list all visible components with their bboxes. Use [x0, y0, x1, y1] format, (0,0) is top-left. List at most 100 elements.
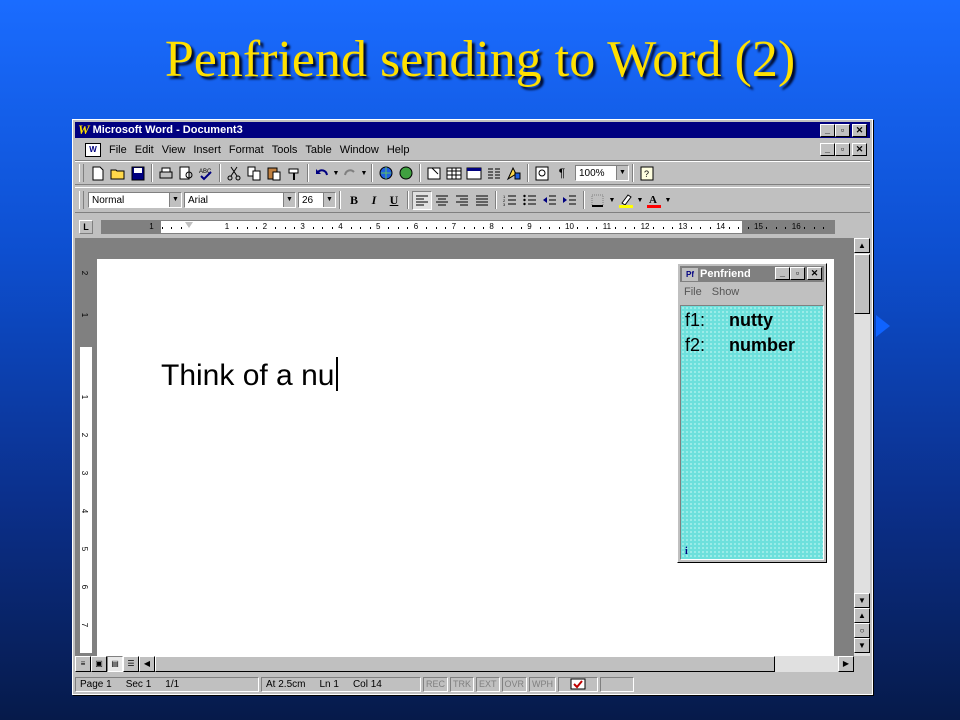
document-text[interactable]: Think of a nu	[161, 357, 339, 393]
bullets-icon[interactable]	[520, 191, 540, 210]
doc-minimize-button[interactable]: _	[820, 143, 835, 156]
status-ext[interactable]: EXT	[476, 676, 500, 692]
highlight-icon[interactable]	[616, 191, 636, 210]
status-ovr[interactable]: OVR	[501, 676, 528, 692]
menu-tools[interactable]: Tools	[268, 144, 302, 156]
scroll-up-button[interactable]: ▲	[854, 238, 870, 253]
outline-view-button[interactable]: ☰	[123, 656, 139, 672]
font-size-select[interactable]: 26 ▼	[298, 192, 336, 208]
vertical-scroll-thumb[interactable]	[854, 254, 870, 314]
penfriend-minimize-button[interactable]: _	[775, 267, 790, 280]
menu-view[interactable]: View	[158, 144, 190, 156]
tables-borders-icon[interactable]	[424, 164, 444, 183]
underline-button[interactable]: U	[384, 191, 404, 210]
font-size-dropdown-icon[interactable]: ▼	[323, 193, 335, 207]
copy-icon[interactable]	[244, 164, 264, 183]
spelling-status-icon[interactable]	[558, 676, 599, 692]
menu-window[interactable]: Window	[336, 144, 383, 156]
font-select[interactable]: Arial ▼	[184, 192, 296, 208]
document-icon[interactable]: W	[85, 143, 101, 157]
font-color-dropdown-icon[interactable]: ▼	[664, 197, 672, 204]
zoom-select[interactable]: 100% ▼	[575, 165, 629, 181]
horizontal-scroll-thumb[interactable]	[155, 656, 775, 672]
format-painter-icon[interactable]	[284, 164, 304, 183]
prediction-item[interactable]: f1: nutty	[685, 310, 773, 331]
spelling-icon[interactable]: ABC	[196, 164, 216, 183]
status-trk[interactable]: TRK	[450, 676, 475, 692]
insert-hyperlink-icon[interactable]	[376, 164, 396, 183]
vertical-ruler[interactable]: 2 1 1 2 3 4 5 6 7	[79, 252, 93, 654]
menu-help[interactable]: Help	[383, 144, 414, 156]
undo-dropdown-icon[interactable]: ▼	[332, 170, 340, 177]
office-assistant-icon[interactable]: ?	[637, 164, 657, 183]
web-layout-view-button[interactable]: ▣	[91, 656, 107, 672]
menu-file[interactable]: File	[105, 144, 131, 156]
info-icon[interactable]: i	[685, 546, 688, 557]
next-page-button[interactable]: ▼	[854, 638, 870, 653]
web-toolbar-icon[interactable]	[396, 164, 416, 183]
font-color-icon[interactable]: A	[644, 191, 664, 210]
italic-button[interactable]: I	[364, 191, 384, 210]
scroll-left-button[interactable]: ◀	[139, 656, 155, 672]
maximize-button[interactable]: ▫	[835, 124, 850, 137]
align-left-icon[interactable]	[412, 190, 432, 210]
save-icon[interactable]	[128, 164, 148, 183]
status-rec[interactable]: REC	[423, 676, 449, 692]
new-document-icon[interactable]	[88, 164, 108, 183]
open-folder-icon[interactable]	[108, 164, 128, 183]
insert-excel-icon[interactable]	[464, 164, 484, 183]
justify-icon[interactable]	[472, 191, 492, 210]
undo-icon[interactable]	[312, 164, 332, 183]
normal-view-button[interactable]: ≡	[75, 656, 91, 672]
penfriend-menu-show[interactable]: Show	[712, 286, 740, 298]
scroll-down-button[interactable]: ▼	[854, 593, 870, 608]
penfriend-close-button[interactable]: ✕	[807, 267, 822, 280]
menu-edit[interactable]: Edit	[131, 144, 158, 156]
redo-dropdown-icon[interactable]: ▼	[360, 170, 368, 177]
numbering-icon[interactable]: 123	[500, 191, 520, 210]
show-hide-icon[interactable]: ¶	[552, 164, 572, 183]
menu-format[interactable]: Format	[225, 144, 268, 156]
align-center-icon[interactable]	[432, 191, 452, 210]
borders-dropdown-icon[interactable]: ▼	[608, 197, 616, 204]
print-icon[interactable]	[156, 164, 176, 183]
doc-close-button[interactable]: ✕	[852, 143, 867, 156]
previous-page-button[interactable]: ▲	[854, 608, 870, 623]
scroll-right-button[interactable]: ▶	[838, 656, 854, 672]
font-dropdown-icon[interactable]: ▼	[283, 193, 295, 207]
style-select[interactable]: Normal ▼	[88, 192, 182, 208]
vertical-scrollbar[interactable]: ▲ ▼ ▲ ○ ▼	[854, 238, 870, 656]
toolbar-grip[interactable]	[79, 164, 84, 182]
horizontal-ruler[interactable]: 1 1 2 3 4 5 6 7 8 9 10 11 12 13 14 15 16	[101, 220, 835, 234]
menu-insert[interactable]: Insert	[189, 144, 225, 156]
insert-table-icon[interactable]	[444, 164, 464, 183]
horizontal-scrollbar[interactable]: ≡ ▣ ▤ ☰ ◀ ▶	[75, 656, 854, 672]
formatting-grip[interactable]	[79, 191, 84, 209]
paste-icon[interactable]	[264, 164, 284, 183]
doc-restore-button[interactable]: ▫	[835, 143, 850, 156]
bold-button[interactable]: B	[344, 191, 364, 210]
borders-icon[interactable]	[588, 191, 608, 210]
penfriend-title-bar[interactable]: Pf Penfriend _ ▫ ✕	[680, 266, 824, 282]
word-title-bar[interactable]: W Microsoft Word - Document3 _ ▫ ✕	[75, 122, 870, 138]
decrease-indent-icon[interactable]	[540, 191, 560, 210]
select-browse-object-button[interactable]: ○	[854, 623, 870, 638]
prediction-item[interactable]: f2: number	[685, 335, 795, 356]
penfriend-maximize-button[interactable]: ▫	[790, 267, 805, 280]
print-preview-icon[interactable]	[176, 164, 196, 183]
indent-marker-icon[interactable]	[185, 222, 193, 228]
highlight-dropdown-icon[interactable]: ▼	[636, 197, 644, 204]
align-right-icon[interactable]	[452, 191, 472, 210]
status-wph[interactable]: WPH	[529, 676, 557, 692]
close-button[interactable]: ✕	[852, 124, 867, 137]
redo-icon[interactable]	[340, 164, 360, 183]
drawing-icon[interactable]	[504, 164, 524, 183]
columns-icon[interactable]	[484, 164, 504, 183]
increase-indent-icon[interactable]	[560, 191, 580, 210]
penfriend-menu-file[interactable]: File	[684, 286, 702, 298]
cut-icon[interactable]	[224, 164, 244, 183]
menu-table[interactable]: Table	[301, 144, 335, 156]
document-map-icon[interactable]	[532, 164, 552, 183]
style-dropdown-icon[interactable]: ▼	[169, 193, 181, 207]
zoom-dropdown-icon[interactable]: ▼	[616, 166, 628, 180]
